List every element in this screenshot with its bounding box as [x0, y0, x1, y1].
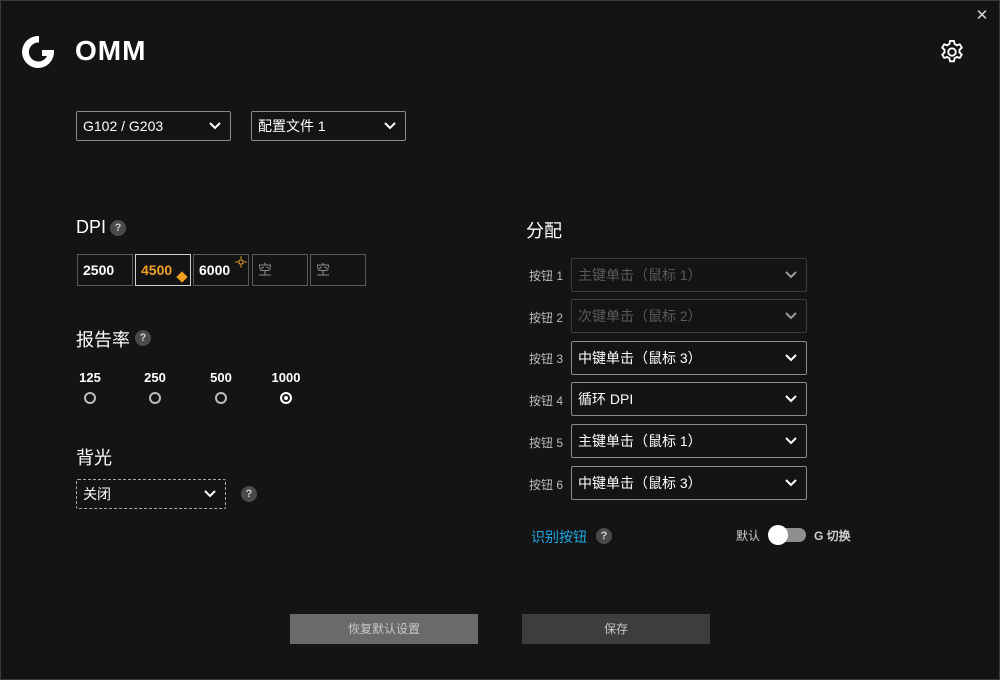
chevron-down-icon	[204, 490, 216, 498]
button-4-label: 按钮 4	[529, 394, 564, 408]
backlight-title: 背光	[76, 448, 112, 468]
toggle-default-label: 默认	[736, 529, 761, 543]
button-1-assignment-value: 主键单击（鼠标 1）	[578, 267, 702, 283]
dpi-level-1[interactable]: 2500	[77, 254, 133, 286]
button-2-label: 按钮 2	[529, 311, 564, 325]
button-3-assignment-value: 中键单击（鼠标 3）	[578, 350, 702, 366]
profile-select-value: 配置文件 1	[258, 118, 326, 134]
default-dpi-diamond-icon	[176, 271, 188, 283]
dpi-level-value: 空	[258, 262, 272, 278]
toggle-knob	[768, 525, 788, 545]
dpi-level-value: 6000	[199, 262, 231, 278]
backlight-select-value: 关闭	[83, 486, 111, 502]
button-1-assignment-select: 主键单击（鼠标 1）	[571, 258, 807, 292]
dpi-level-3[interactable]: 6000	[193, 254, 249, 286]
rate-radio-1000[interactable]	[280, 392, 292, 404]
rate-radio-250[interactable]	[149, 392, 161, 404]
button-6-label: 按钮 6	[529, 478, 564, 492]
chevron-down-icon	[785, 437, 797, 445]
rate-radio-500[interactable]	[215, 392, 227, 404]
rate-label-125: 125	[79, 370, 101, 385]
g-shift-toggle[interactable]	[768, 525, 806, 545]
dpi-level-5[interactable]: 空	[310, 254, 366, 286]
chevron-down-icon	[384, 122, 396, 130]
chevron-down-icon	[785, 271, 797, 279]
button-3-label: 按钮 3	[529, 352, 564, 366]
button-4-assignment-select[interactable]: 循环 DPI	[571, 382, 807, 416]
rate-label-1000: 1000	[271, 370, 301, 385]
dpi-level-value: 2500	[83, 262, 115, 278]
button-3-assignment-select[interactable]: 中键单击（鼠标 3）	[571, 341, 807, 375]
button-5-label: 按钮 5	[529, 436, 564, 450]
dpi-level-value: 4500	[141, 262, 173, 278]
logitech-g-logo	[22, 35, 54, 68]
button-6-assignment-value: 中键单击（鼠标 3）	[578, 475, 702, 491]
backlight-select[interactable]: 关闭	[76, 479, 226, 509]
dpi-title: DPI	[76, 217, 107, 237]
chevron-down-icon	[785, 395, 797, 403]
assignment-title: 分配	[526, 221, 562, 241]
identify-help-icon[interactable]: ?	[596, 528, 612, 544]
settings-gear-icon[interactable]	[938, 38, 966, 66]
button-2-assignment-value: 次键单击（鼠标 2）	[578, 308, 702, 324]
chevron-down-icon	[785, 312, 797, 320]
chevron-down-icon	[785, 354, 797, 362]
profile-select[interactable]: 配置文件 1	[251, 111, 406, 141]
button-4-assignment-value: 循环 DPI	[578, 391, 634, 407]
report-rate-help-icon[interactable]: ?	[135, 330, 151, 346]
device-select-value: G102 / G203	[83, 118, 164, 134]
report-rate-title: 报告率	[76, 330, 130, 350]
identify-buttons-link[interactable]: 识别按钮	[531, 527, 587, 547]
close-button[interactable]: ✕	[973, 7, 991, 25]
restore-defaults-button[interactable]: 恢复默认设置	[290, 614, 478, 644]
button-5-assignment-select[interactable]: 主键单击（鼠标 1）	[571, 424, 807, 458]
dpi-level-value: 空	[316, 262, 330, 278]
dpi-level-2[interactable]: 4500	[135, 254, 191, 286]
toggle-g-shift-label: G 切换	[814, 529, 851, 543]
rate-label-250: 250	[144, 370, 166, 385]
button-6-assignment-select[interactable]: 中键单击（鼠标 3）	[571, 466, 807, 500]
dpi-level-4[interactable]: 空	[252, 254, 308, 286]
save-button[interactable]: 保存	[522, 614, 710, 644]
app-title: OMM	[75, 35, 147, 66]
button-2-assignment-select: 次键单击（鼠标 2）	[571, 299, 807, 333]
button-5-assignment-value: 主键单击（鼠标 1）	[578, 433, 702, 449]
device-select[interactable]: G102 / G203	[76, 111, 231, 141]
dpi-shift-icon	[235, 256, 247, 268]
chevron-down-icon	[209, 122, 221, 130]
rate-radio-125[interactable]	[84, 392, 96, 404]
chevron-down-icon	[785, 479, 797, 487]
button-1-label: 按钮 1	[529, 269, 564, 283]
dpi-help-icon[interactable]: ?	[110, 220, 126, 236]
rate-label-500: 500	[210, 370, 232, 385]
backlight-help-icon[interactable]: ?	[241, 486, 257, 502]
